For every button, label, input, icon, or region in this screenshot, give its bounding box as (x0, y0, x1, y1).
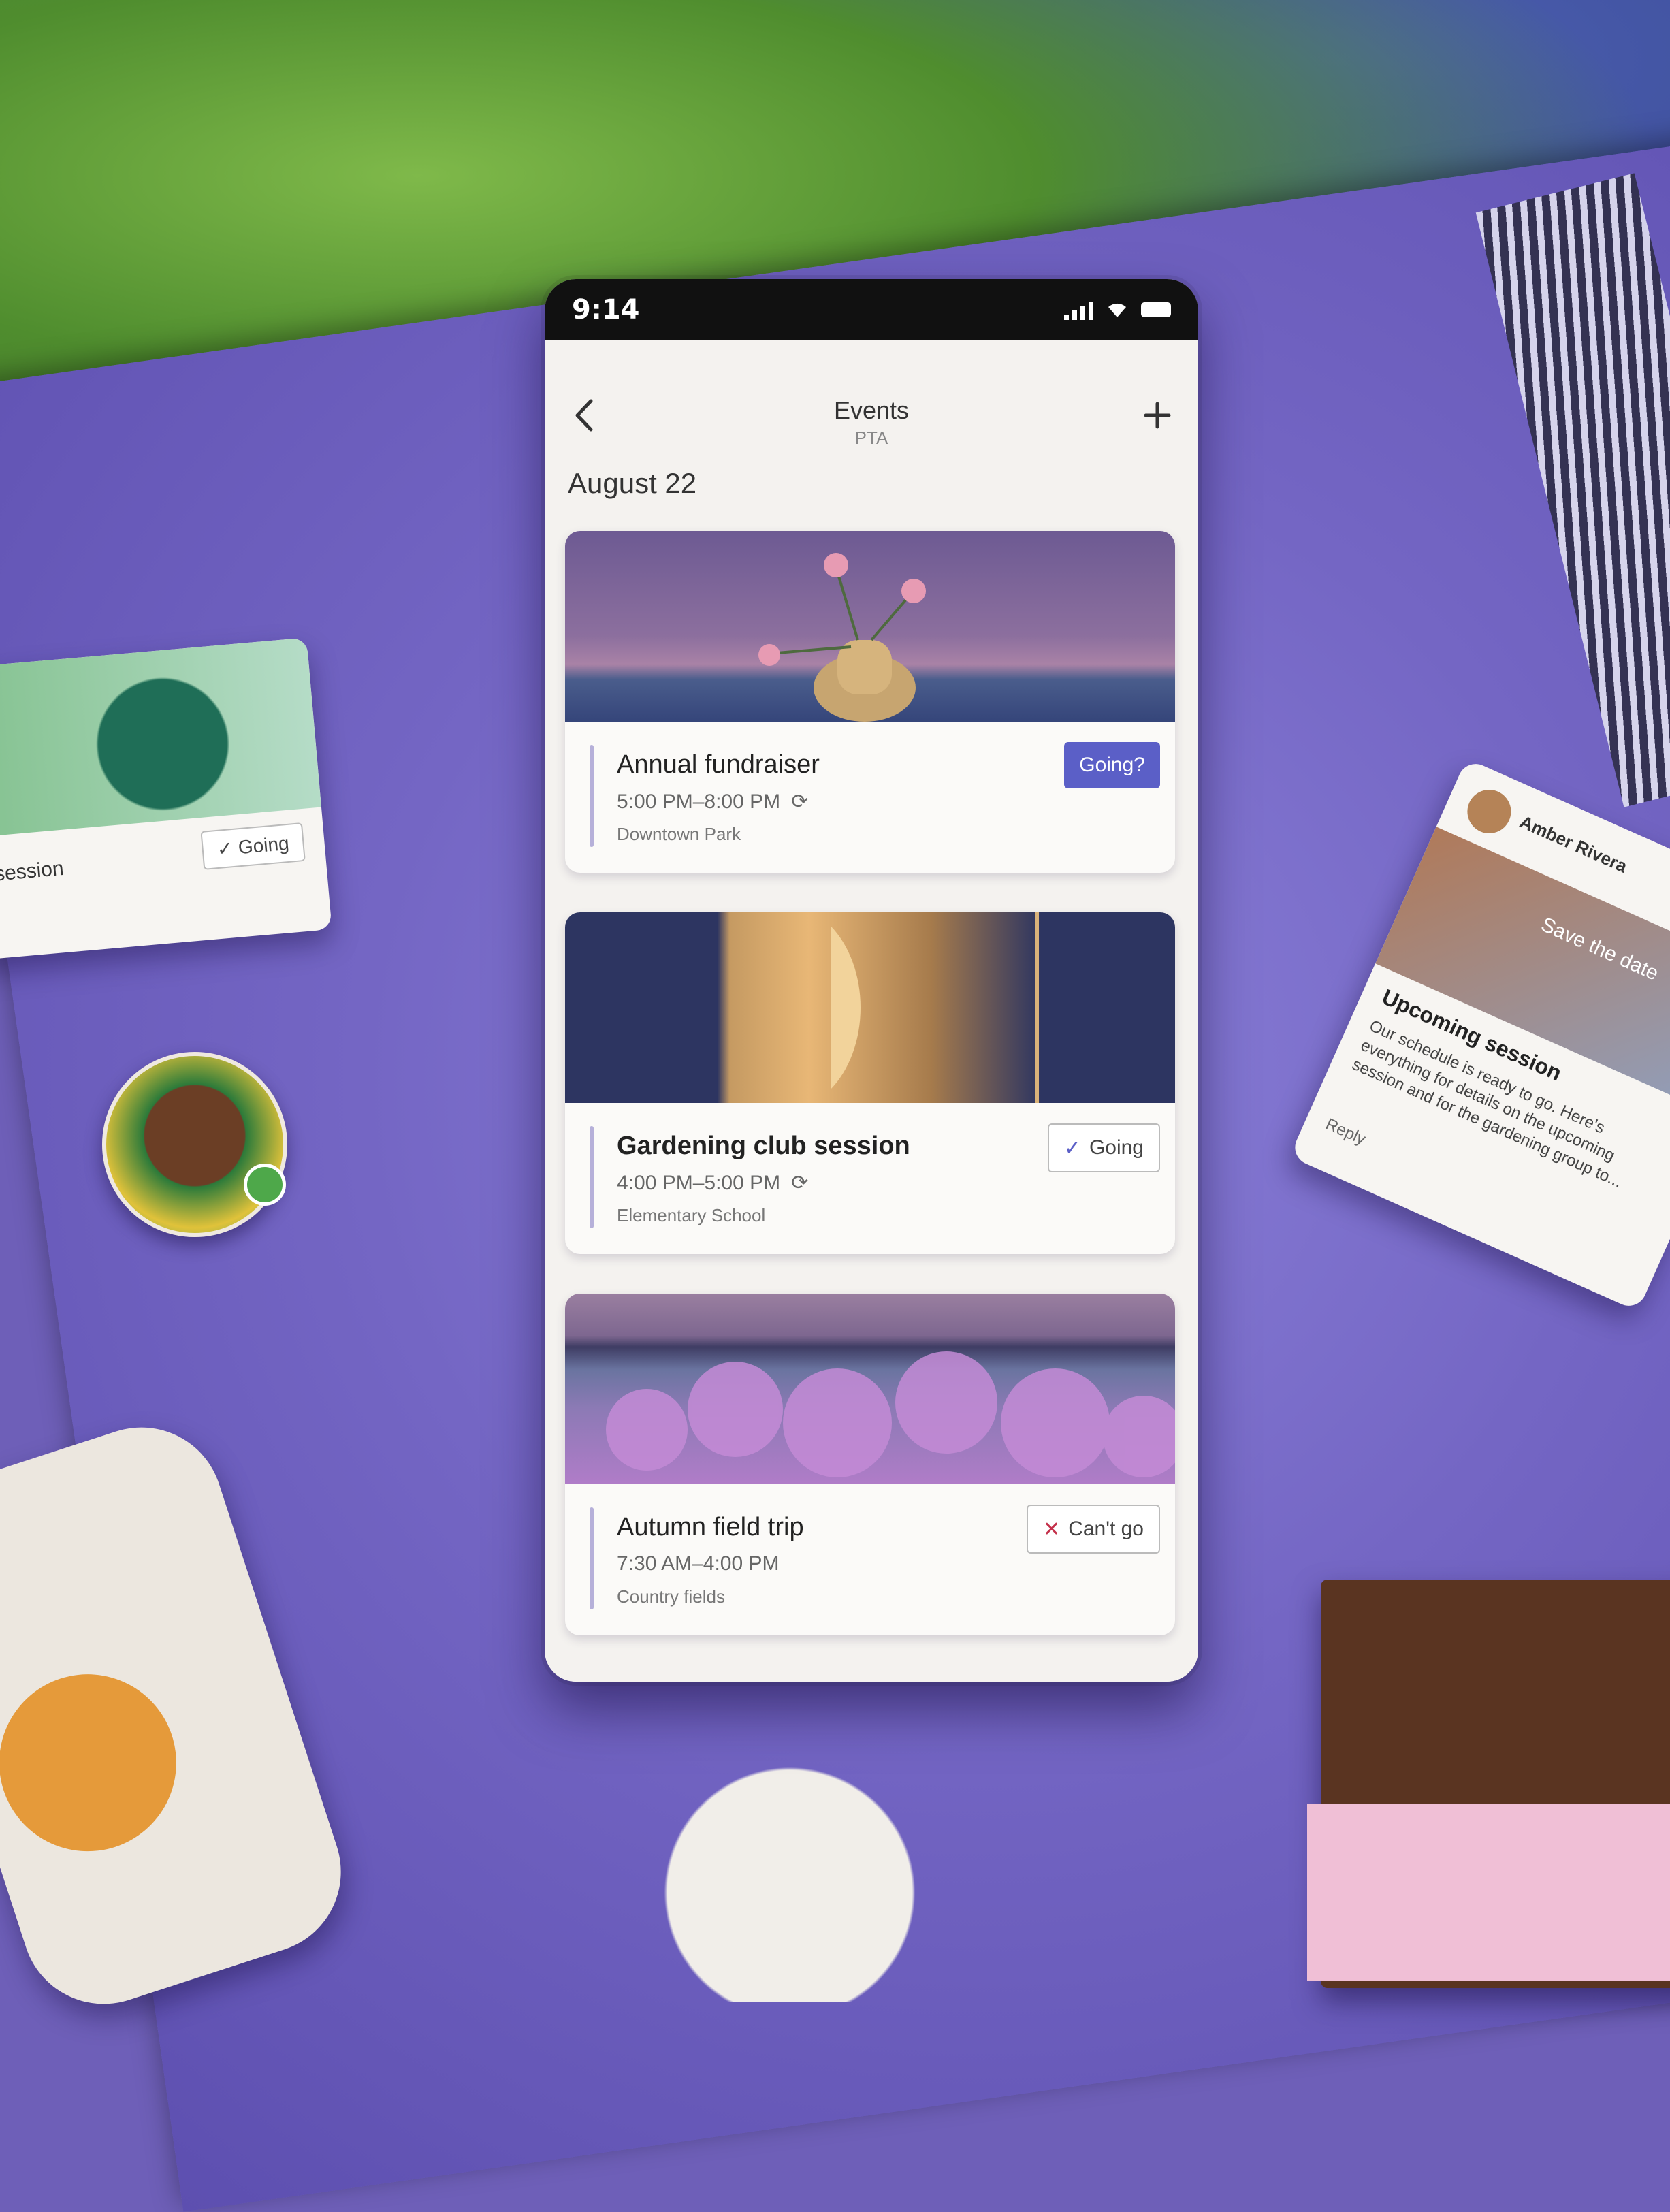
page-title: Events (833, 396, 910, 424)
telephone-dial (0, 1651, 199, 1874)
event-image (565, 1294, 1175, 1484)
event-card[interactable]: Annual fundraiser 5:00 PM–8:00 PM ⟳ Down… (565, 531, 1175, 873)
event-image (565, 912, 1175, 1103)
event-time: 7:30 AM–4:00 PM (617, 1552, 779, 1575)
accent-bar (590, 1507, 594, 1609)
event-image (565, 531, 1175, 722)
lavender-field-illustration (606, 1351, 1175, 1477)
event-card[interactable]: Autumn field trip 7:30 AM–4:00 PM Countr… (565, 1294, 1175, 1635)
event-details: Annual fundraiser 5:00 PM–8:00 PM ⟳ Down… (565, 722, 1175, 873)
rsvp-label: Can't go (1068, 1518, 1144, 1540)
event-time: 4:00 PM–5:00 PM ⟳ (617, 1171, 808, 1195)
profile-avatar (102, 1052, 287, 1237)
rsvp-label: Going (1089, 1136, 1144, 1159)
event-name: Autumn field trip (617, 1513, 804, 1541)
paper-flower (531, 1729, 1048, 2002)
going-label: Going (237, 832, 290, 859)
avatar (1460, 782, 1518, 841)
going-button[interactable]: ✓ Going (200, 822, 306, 870)
battery-icon (1141, 302, 1171, 317)
event-title: club session (0, 856, 65, 889)
floating-event-card-left: club session ✓ Going (0, 637, 332, 963)
app-header: Events PTA (545, 340, 1198, 456)
event-details: Gardening club session 4:00 PM–5:00 PM ⟳… (565, 1103, 1175, 1254)
status-icons (1064, 300, 1171, 320)
repeat-icon: ⟳ (791, 790, 809, 813)
event-name: Gardening club session (617, 1132, 910, 1160)
event-location: Downtown Park (617, 824, 741, 844)
rsvp-label: Going? (1079, 754, 1145, 776)
check-icon: ✓ (1063, 1136, 1081, 1159)
rsvp-going-question-button[interactable]: Going? (1064, 742, 1160, 788)
accent-bar (590, 745, 594, 847)
date-heading: August 22 (568, 467, 697, 499)
event-location: Country fields (617, 1586, 725, 1607)
event-details: Autumn field trip 7:30 AM–4:00 PM Countr… (565, 1484, 1175, 1635)
event-time-text: 5:00 PM–8:00 PM (617, 790, 781, 813)
rsvp-going-button[interactable]: ✓ Going (1047, 1123, 1160, 1172)
chocolate-wrapper (1307, 1804, 1670, 1981)
header-titles: Events PTA (545, 396, 1198, 449)
event-image (0, 637, 321, 841)
vase-with-flowers-illustration (758, 553, 926, 722)
accent-bar (590, 1126, 594, 1228)
rsvp-cant-go-button[interactable]: ✕ Can't go (1027, 1505, 1160, 1554)
window-light-illustration (831, 912, 1039, 1103)
event-time: 5:00 PM–8:00 PM ⟳ (617, 790, 808, 814)
phone-device: 9:14 Events PTA August 22 Annual fundrai… (545, 279, 1198, 1682)
page-subtitle: PTA (854, 428, 888, 448)
presence-available-icon (244, 1164, 286, 1206)
event-time-text: 7:30 AM–4:00 PM (617, 1552, 780, 1575)
repeat-icon: ⟳ (791, 1172, 809, 1194)
plus-icon[interactable] (1137, 391, 1178, 439)
event-card[interactable]: Gardening club session 4:00 PM–5:00 PM ⟳… (565, 912, 1175, 1254)
event-location: Elementary School (617, 1205, 766, 1225)
status-bar: 9:14 (545, 279, 1198, 340)
reply-button[interactable]: Reply (1323, 1115, 1368, 1150)
status-time: 9:14 (572, 294, 640, 325)
event-name: Annual fundraiser (617, 750, 820, 779)
events-screen: Events PTA August 22 Annual fundraiser 5… (545, 340, 1198, 1682)
wifi-icon (1108, 303, 1126, 317)
event-time-text: 4:00 PM–5:00 PM (617, 1171, 781, 1194)
cellular-signal-icon (1064, 300, 1093, 320)
x-icon: ✕ (1043, 1518, 1061, 1541)
